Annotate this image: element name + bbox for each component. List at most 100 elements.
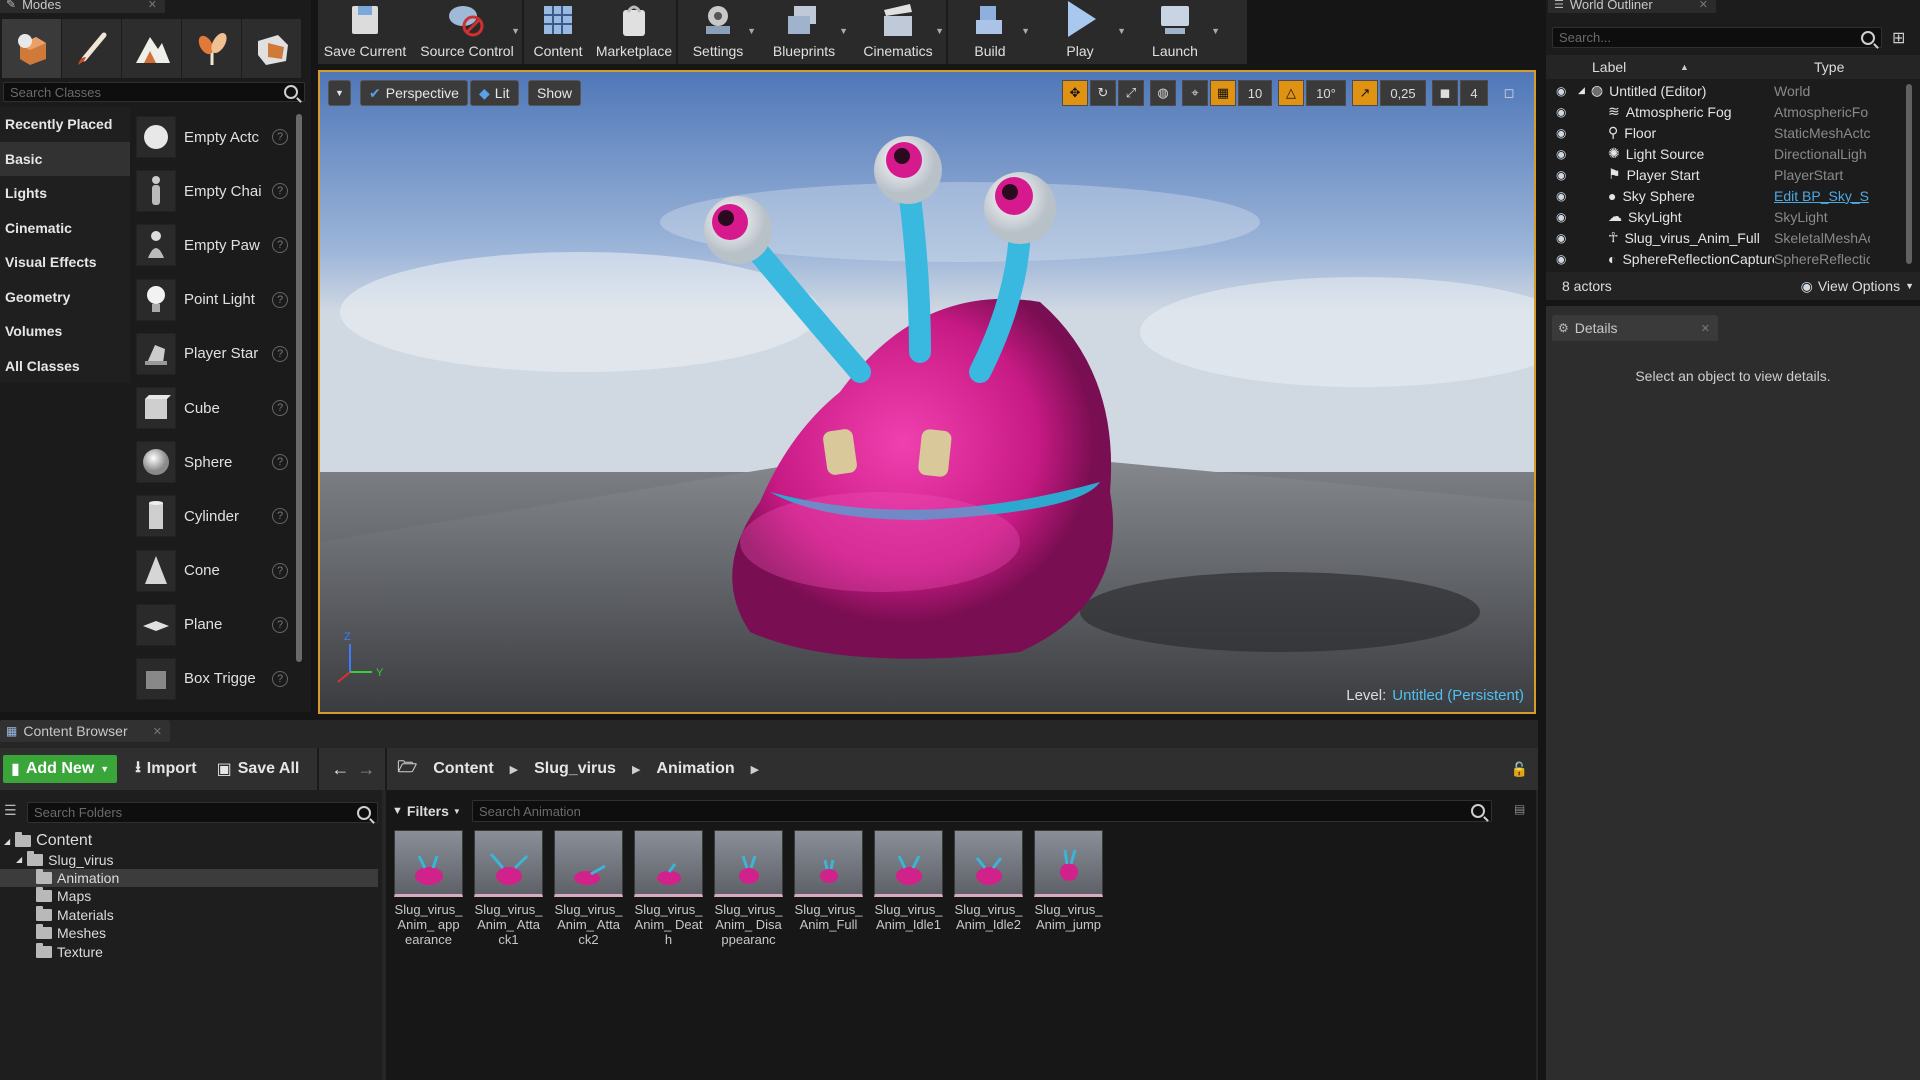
outliner-row[interactable]: ◉ ✺ Light Source DirectionalLigh [1546, 143, 1912, 164]
marketplace-button[interactable]: Marketplace [592, 0, 676, 64]
import-button[interactable]: ⭳ Import [125, 755, 206, 783]
asset-tile[interactable]: Slug_virus_ Anim_ Death [634, 830, 703, 947]
view-mode-dropdown[interactable]: ◆ Lit [470, 80, 519, 106]
tree-item-meshes[interactable]: Meshes [0, 924, 378, 942]
chevron-right-icon[interactable]: ▶ [632, 763, 640, 776]
content-browser-tab[interactable]: ▦ Content Browser ✕ [0, 720, 170, 742]
visibility-eye-icon[interactable]: ◉ [1556, 84, 1574, 98]
type-column-header[interactable]: Type [1814, 59, 1844, 75]
tree-item-content[interactable]: ◢ Content [0, 832, 378, 850]
tree-item-maps[interactable]: Maps [0, 887, 378, 905]
visibility-eye-icon[interactable]: ◉ [1556, 105, 1574, 119]
settings-button[interactable]: Settings ▼ [678, 0, 758, 64]
place-item-empty-actor[interactable]: Empty Actc ? [136, 110, 294, 164]
visibility-eye-icon[interactable]: ◉ [1556, 189, 1574, 203]
outliner-scrollbar[interactable] [1906, 84, 1912, 264]
place-mode-icon[interactable] [2, 19, 61, 78]
place-item-empty-pawn[interactable]: Empty Paw ? [136, 218, 294, 272]
expand-triangle-icon[interactable]: ◢ [1578, 85, 1585, 96]
paint-mode-icon[interactable] [62, 19, 121, 78]
place-item-player-start[interactable]: Player Star ? [136, 327, 294, 381]
outliner-row[interactable]: ◉ ≋ Atmospheric Fog AtmosphericFo [1546, 101, 1912, 122]
help-icon[interactable]: ? [272, 237, 288, 254]
world-outliner-tab[interactable]: ☰ World Outliner ✕ [1548, 0, 1716, 13]
chevron-down-icon[interactable]: ▼ [747, 26, 756, 36]
visibility-eye-icon[interactable]: ◉ [1556, 147, 1574, 161]
translate-icon[interactable]: ✥ [1062, 80, 1088, 106]
chevron-right-icon[interactable]: ▶ [510, 763, 518, 776]
chevron-down-icon[interactable]: ▼ [511, 26, 520, 36]
grid-snap-value[interactable]: 10 [1238, 80, 1272, 106]
source-control-button[interactable]: Source Control ▼ [412, 0, 522, 64]
viewport-options-dropdown[interactable]: ▼ [328, 80, 351, 106]
expand-triangle-icon[interactable]: ◢ [4, 837, 10, 846]
back-arrow-icon[interactable]: ← [331, 759, 349, 780]
visibility-eye-icon[interactable]: ◉ [1556, 126, 1574, 140]
place-item-cone[interactable]: Cone ? [136, 544, 294, 598]
place-item-cylinder[interactable]: Cylinder ? [136, 489, 294, 543]
place-item-box-trigger[interactable]: Box Trigge ? [136, 652, 294, 706]
launch-button[interactable]: Launch ▼ [1128, 0, 1222, 64]
category-recently-placed[interactable]: Recently Placed [0, 107, 130, 142]
category-volumes[interactable]: Volumes [0, 314, 130, 349]
chevron-down-icon[interactable]: ▼ [1117, 26, 1126, 36]
category-lights[interactable]: Lights [0, 176, 130, 211]
details-tab[interactable]: ⚙ Details ✕ [1552, 315, 1718, 341]
level-name[interactable]: Untitled (Persistent) [1392, 687, 1524, 704]
visibility-eye-icon[interactable]: ◉ [1556, 252, 1574, 266]
category-geometry[interactable]: Geometry [0, 279, 130, 314]
rotate-icon[interactable]: ↻ [1090, 80, 1116, 106]
outliner-row[interactable]: ◉ ⚑ Player Start PlayerStart [1546, 164, 1912, 185]
visibility-eye-icon[interactable]: ◉ [1556, 168, 1574, 182]
view-options-button[interactable]: ◉ View Options ▼ [1801, 278, 1914, 295]
edit-blueprint-link[interactable]: Edit BP_Sky_S [1774, 188, 1870, 204]
filters-dropdown[interactable]: ▼ Filters ▼ [392, 800, 461, 822]
cinematics-button[interactable]: Cinematics ▼ [850, 0, 946, 64]
save-all-button[interactable]: ▣ Save All [207, 755, 310, 783]
tree-item-animation[interactable]: Animation [0, 868, 378, 888]
category-visual-effects[interactable]: Visual Effects [0, 245, 130, 280]
help-icon[interactable]: ? [272, 508, 288, 525]
outliner-row[interactable]: ◉ ☁ SkyLight SkyLight [1546, 206, 1912, 227]
save-search-icon[interactable]: ▤ [1514, 802, 1525, 816]
help-icon[interactable]: ? [272, 562, 288, 579]
grid-snap-icon[interactable]: ▦ [1210, 80, 1236, 106]
search-animation-input[interactable]: Search Animation [472, 800, 1492, 822]
build-button[interactable]: Build ▼ [948, 0, 1032, 64]
asset-tile[interactable]: Slug_virus_ Anim_Idle2 [954, 830, 1023, 947]
asset-tile[interactable]: Slug_virus_ Anim_ Disappearanc [714, 830, 783, 947]
maximize-icon[interactable]: ◻ [1496, 80, 1522, 106]
tree-item-materials[interactable]: Materials [0, 905, 378, 924]
label-column-header[interactable]: Label [1592, 59, 1804, 75]
modes-scrollbar[interactable] [296, 114, 302, 662]
show-dropdown[interactable]: Show [528, 80, 582, 106]
content-button[interactable]: Content [524, 0, 592, 64]
close-icon[interactable]: ✕ [1699, 0, 1708, 11]
place-item-empty-character[interactable]: Empty Chai ? [136, 164, 294, 218]
help-icon[interactable]: ? [272, 183, 288, 200]
place-item-cube[interactable]: Cube ? [136, 381, 294, 435]
chevron-down-icon[interactable]: ▼ [1211, 26, 1220, 36]
asset-tile[interactable]: Slug_virus_ Anim_Full [794, 830, 863, 947]
outliner-row[interactable]: ◉ ☥ Slug_virus_Anim_Full SkeletalMeshAc [1546, 227, 1912, 248]
category-basic[interactable]: Basic [0, 141, 130, 176]
foliage-mode-icon[interactable] [182, 19, 241, 78]
modes-tab[interactable]: ✎ Modes ✕ [0, 0, 165, 13]
outliner-row[interactable]: ◉ ◐ SphereReflectionCapture SphereReflect… [1546, 248, 1912, 269]
outliner-search-input[interactable]: Search... [1552, 27, 1882, 48]
chevron-down-icon[interactable]: ▼ [1021, 26, 1030, 36]
place-item-point-light[interactable]: Point Light ? [136, 273, 294, 327]
category-cinematic[interactable]: Cinematic [0, 210, 130, 245]
place-item-plane[interactable]: Plane ? [136, 598, 294, 652]
camera-speed-value[interactable]: 4 [1460, 80, 1488, 106]
help-icon[interactable]: ? [272, 616, 288, 633]
blueprints-button[interactable]: Blueprints ▼ [758, 0, 850, 64]
visibility-eye-icon[interactable]: ◉ [1556, 210, 1574, 224]
outliner-row[interactable]: ◉ ◢ ◍ Untitled (Editor) World [1546, 80, 1912, 101]
save-current-button[interactable]: Save Current [318, 0, 412, 64]
camera-speed-icon[interactable]: ◼ [1432, 80, 1458, 106]
asset-tile[interactable]: Slug_virus_ Anim_jump [1034, 830, 1103, 947]
lock-icon[interactable]: 🔓 [1511, 761, 1528, 778]
tree-item-texture[interactable]: Texture [0, 942, 378, 960]
rotation-snap-icon[interactable]: △ [1278, 80, 1304, 106]
